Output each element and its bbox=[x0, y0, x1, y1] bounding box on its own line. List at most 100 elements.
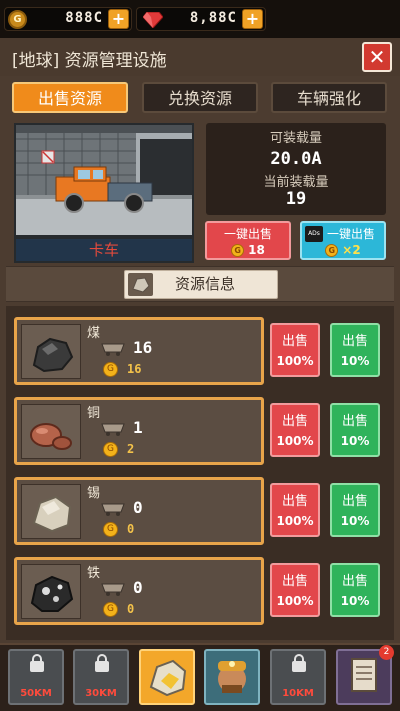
gem-amount: 8,88C bbox=[189, 10, 237, 26]
sell-percent: 10% bbox=[340, 514, 370, 528]
resource-quantity: 0 bbox=[133, 578, 143, 597]
ad-video-icon: ADs bbox=[305, 226, 323, 242]
capacity-label: 可装载量 bbox=[269, 131, 322, 146]
sell-label: 出售 bbox=[281, 574, 308, 589]
sell-100-button[interactable]: 出售 100% bbox=[270, 403, 320, 457]
sell-100-button[interactable]: 出售 100% bbox=[270, 323, 320, 377]
gold-amount: 888C bbox=[65, 10, 103, 26]
resource-info-label: 资源信息 bbox=[175, 275, 236, 293]
sell-10-button[interactable]: 出售 10% bbox=[330, 323, 380, 377]
nav-locked-10km[interactable]: 10KM bbox=[270, 649, 326, 705]
resource-card[interactable]: 铜 1 G 2 bbox=[14, 397, 264, 465]
gold-coin-icon: G bbox=[8, 10, 27, 29]
resource-gold-value: 16 bbox=[127, 362, 142, 376]
capacity-value: 20.0A bbox=[270, 149, 322, 169]
distance-label: 50KM bbox=[20, 688, 52, 699]
truck-preview bbox=[14, 123, 194, 237]
nav-quest-log[interactable]: 2 bbox=[336, 645, 394, 705]
sell-100-button[interactable]: 出售 100% bbox=[270, 483, 320, 537]
resource-name: 铜 bbox=[87, 406, 101, 421]
nav-locked-50km[interactable]: 50KM bbox=[8, 649, 64, 705]
resource-card[interactable]: 煤 16 G 16 bbox=[14, 317, 264, 385]
tab-sell-resources[interactable]: 出售资源 bbox=[12, 82, 128, 113]
resource-gold-value: 2 bbox=[127, 442, 135, 456]
tin-image bbox=[21, 484, 81, 539]
coin-icon: G bbox=[103, 602, 118, 617]
mine-cart-icon bbox=[101, 583, 125, 596]
mine-cart-icon bbox=[101, 503, 125, 516]
copper-image bbox=[21, 404, 81, 459]
sell-label: 出售 bbox=[341, 574, 368, 589]
sell-10-button[interactable]: 出售 10% bbox=[330, 483, 380, 537]
resource-info-button[interactable]: 资源信息 bbox=[124, 270, 278, 299]
resource-row-coal: 煤 16 G 16 出售 100% 出售 10% bbox=[14, 317, 386, 385]
distance-label: 10KM bbox=[282, 688, 314, 699]
currency-bar: G 888C + 8,88C + bbox=[0, 0, 400, 38]
main-panel: 出售资源 兑换资源 车辆强化 卡车 可装载量 20.0A 当前装载量 19 一键… bbox=[0, 76, 400, 643]
coal-image bbox=[21, 324, 81, 379]
resource-row-iron: 铁 0 G 0 出售 100% 出售 10% bbox=[14, 557, 386, 625]
sell-all-button[interactable]: 一键出售 G 18 bbox=[205, 221, 291, 260]
close-button[interactable]: ✕ bbox=[362, 42, 392, 72]
gold-counter: G 888C + bbox=[4, 7, 132, 31]
page-title: [地球] 资源管理设施 bbox=[12, 51, 167, 71]
ore-icon bbox=[128, 273, 153, 296]
lock-icon bbox=[95, 654, 109, 672]
coin-icon: G bbox=[103, 442, 118, 457]
nav-resource-facility[interactable] bbox=[139, 649, 195, 705]
sell-percent: 100% bbox=[276, 354, 314, 368]
current-load-panel: 当前装载量 19 bbox=[206, 169, 386, 215]
gem-counter: 8,88C + bbox=[136, 7, 266, 31]
tab-exchange-resources[interactable]: 兑换资源 bbox=[142, 82, 258, 113]
lock-icon bbox=[292, 654, 306, 672]
sell-10-button[interactable]: 出售 10% bbox=[330, 403, 380, 457]
resource-quantity: 16 bbox=[133, 338, 153, 357]
sell-100-button[interactable]: 出售 100% bbox=[270, 563, 320, 617]
resource-name: 铁 bbox=[87, 566, 101, 581]
current-load-value: 19 bbox=[285, 189, 307, 209]
lock-icon bbox=[30, 654, 44, 672]
resource-info-bar: 资源信息 bbox=[6, 266, 394, 302]
vehicle-name: 卡车 bbox=[14, 237, 194, 263]
sell-percent: 10% bbox=[340, 354, 370, 368]
sell-all-ad-button[interactable]: 一键出售 ADs G ×2 bbox=[300, 221, 386, 260]
miner-avatar-icon bbox=[218, 661, 246, 693]
nav-miner[interactable] bbox=[204, 649, 260, 705]
gem-icon bbox=[143, 12, 163, 28]
sell-label: 出售 bbox=[281, 494, 308, 509]
resource-row-tin: 锡 0 G 0 出售 100% 出售 10% bbox=[14, 477, 386, 545]
notification-badge: 2 bbox=[379, 645, 394, 660]
sell-all-ad-multiplier: ×2 bbox=[342, 243, 361, 257]
sell-label: 出售 bbox=[281, 334, 308, 349]
resource-quantity: 1 bbox=[133, 418, 143, 437]
sell-percent: 100% bbox=[276, 434, 314, 448]
iron-image bbox=[21, 564, 81, 619]
mine-cart-icon bbox=[101, 343, 125, 356]
add-gems-button[interactable]: + bbox=[242, 9, 263, 29]
sell-all-label: 一键出售 bbox=[223, 227, 272, 241]
coin-icon: G bbox=[231, 244, 245, 257]
sell-percent: 100% bbox=[276, 514, 314, 528]
coin-icon: G bbox=[325, 244, 339, 257]
mine-cart-icon bbox=[101, 423, 125, 436]
resource-gold-value: 0 bbox=[127, 522, 135, 536]
resource-name: 煤 bbox=[87, 326, 101, 341]
add-gold-button[interactable]: + bbox=[108, 9, 129, 29]
resource-card[interactable]: 锡 0 G 0 bbox=[14, 477, 264, 545]
truck-scene-image bbox=[16, 125, 192, 235]
tab-vehicle-upgrade[interactable]: 车辆强化 bbox=[271, 82, 387, 113]
sell-label: 出售 bbox=[341, 494, 368, 509]
resource-quantity: 0 bbox=[133, 498, 143, 517]
sell-label: 出售 bbox=[341, 334, 368, 349]
resource-name: 锡 bbox=[87, 486, 101, 501]
sell-10-button[interactable]: 出售 10% bbox=[330, 563, 380, 617]
resource-row-copper: 铜 1 G 2 出售 100% 出售 10% bbox=[14, 397, 386, 465]
sell-percent: 10% bbox=[340, 434, 370, 448]
nav-locked-30km[interactable]: 30KM bbox=[73, 649, 129, 705]
sell-label: 出售 bbox=[281, 414, 308, 429]
resource-card[interactable]: 铁 0 G 0 bbox=[14, 557, 264, 625]
coin-icon: G bbox=[103, 362, 118, 377]
bottom-nav: 50KM 30KM 10KM 2 bbox=[0, 643, 400, 711]
sell-all-value: 18 bbox=[248, 243, 265, 257]
distance-label: 30KM bbox=[85, 688, 117, 699]
